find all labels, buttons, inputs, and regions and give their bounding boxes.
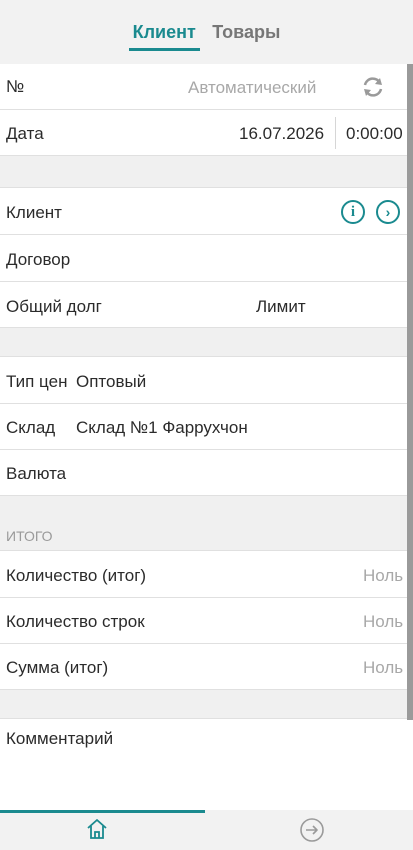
date-time-divider [335,117,336,149]
total-quantity-label: Количество (итог) [6,566,147,585]
date-value[interactable]: 16.07.2026 [239,124,324,144]
total-quantity-value: Ноль [363,566,404,585]
section-gap [0,156,407,188]
active-tab-indicator [0,810,205,813]
currency-label: Валюта [6,464,67,483]
info-icon[interactable]: i [341,200,365,224]
scrollbar[interactable] [407,64,413,720]
contract-label: Договор [6,250,71,269]
top-tab-bar: Клиент Товары [0,0,413,64]
section-gap [0,690,407,719]
time-value[interactable]: 0:00:00 [346,124,403,144]
totals-header: ИТОГО [0,496,407,551]
debt-limit-row: Общий долг Лимит [0,282,407,328]
totals-header-label: ИТОГО [6,528,53,544]
comment-label: Комментарий [6,729,114,748]
bottom-nav-bar [0,810,413,850]
price-type-row[interactable]: Тип цен Оптовый [0,357,407,404]
home-icon[interactable] [84,816,110,842]
tab-goods[interactable]: Товары [208,20,284,51]
total-lines-label: Количество строк [6,612,145,631]
warehouse-row[interactable]: Склад Склад №1 Фаррухчон [0,404,407,450]
tab-client[interactable]: Клиент [128,20,200,51]
date-label: Дата [6,124,44,143]
number-row: № Автоматический [0,64,407,110]
total-sum-row: Сумма (итог) Ноль [0,644,407,690]
number-placeholder[interactable]: Автоматический [188,78,316,98]
arrow-right-circle-icon[interactable] [299,817,325,843]
total-lines-row: Количество строк Ноль [0,598,407,644]
total-debt-label: Общий долг [6,297,102,316]
tabs: Клиент Товары [0,20,413,51]
number-label: № [6,77,25,96]
client-row[interactable]: Клиент i › [0,188,407,235]
comment-field[interactable]: Комментарий [0,719,407,810]
price-type-label: Тип цен [6,372,68,391]
currency-row[interactable]: Валюта [0,450,407,496]
refresh-icon[interactable] [360,74,386,100]
total-quantity-row: Количество (итог) Ноль [0,551,407,598]
chevron-right-icon[interactable]: › [376,200,400,224]
warehouse-label: Склад [6,418,56,437]
date-row: Дата 16.07.2026 0:00:00 [0,110,407,156]
contract-row[interactable]: Договор [0,235,407,282]
total-sum-value: Ноль [363,658,404,677]
warehouse-value: Склад №1 Фаррухчон [76,418,248,437]
client-label: Клиент [6,203,62,222]
total-lines-value: Ноль [363,612,404,631]
price-type-value: Оптовый [76,372,147,391]
section-gap [0,328,407,357]
limit-label: Лимит [256,297,306,316]
total-sum-label: Сумма (итог) [6,658,109,677]
